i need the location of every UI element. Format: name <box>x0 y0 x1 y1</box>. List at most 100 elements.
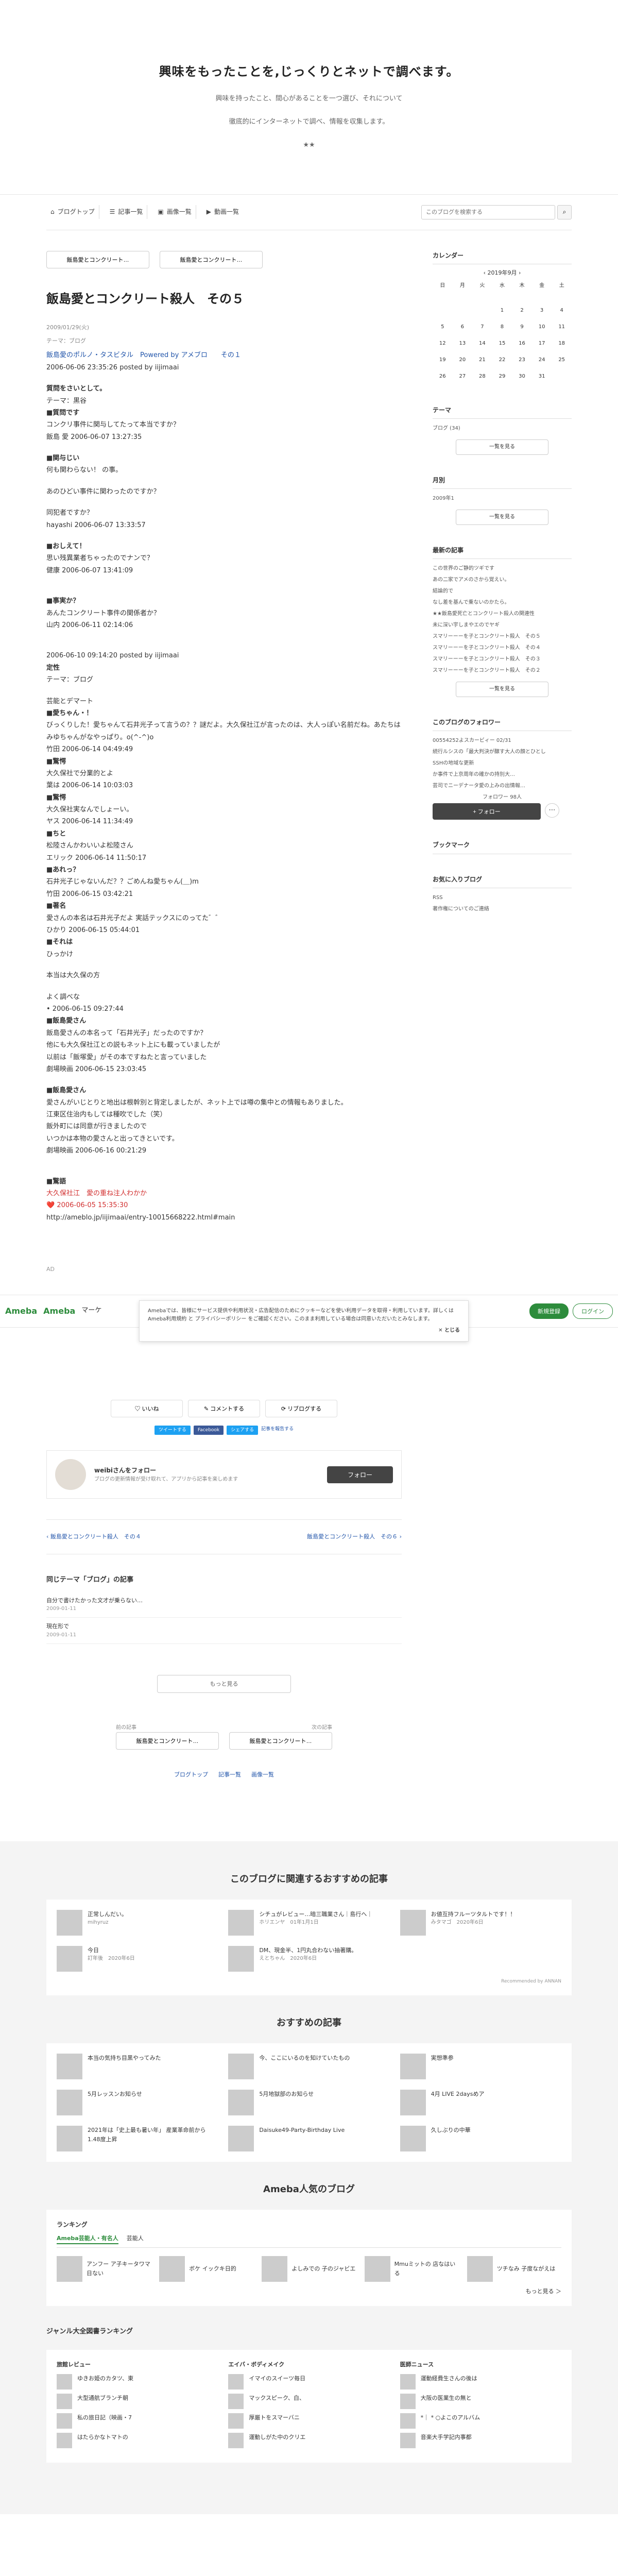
related-item[interactable]: DM、現金半、1円丸合わない抽著購。 えとちゃん 2020年6日 <box>228 1945 389 1972</box>
entry-title[interactable]: 飯島愛とコンクリート殺人 その５ <box>46 289 402 309</box>
recent-entry-link[interactable]: スマリーーーを子とコンクリート殺人 その５ <box>433 631 572 642</box>
list-item[interactable]: 現在形で 2009-01-11 <box>46 1618 402 1644</box>
prev-entry-button[interactable]: 飯島愛とコンクリート… <box>46 250 149 268</box>
tab-ranking-entertainer[interactable]: 芸能人 <box>127 2234 144 2244</box>
genre-column-title[interactable]: 医師ニュース <box>400 2360 561 2369</box>
calendar-day[interactable]: 9 <box>512 319 532 335</box>
theme-item[interactable]: ブログ (34) <box>433 423 572 434</box>
copyright-report-link[interactable]: 著作権についてのご連絡 <box>433 904 572 915</box>
archive-item[interactable]: 2009年1 <box>433 493 572 504</box>
bottom-nav-image-list[interactable]: 画像一覧 <box>251 1770 274 1780</box>
chevron-left-icon[interactable]: ‹ <box>484 269 486 276</box>
calendar-day[interactable]: 20 <box>453 352 473 368</box>
calendar-day[interactable]: 22 <box>492 352 512 368</box>
calendar-day[interactable]: 19 <box>433 352 453 368</box>
genre-item[interactable]: 大阪の医業生の無と <box>400 2394 561 2410</box>
follower-item[interactable]: 00554252よスカービィー 02/31 <box>433 735 572 747</box>
footer-next-button[interactable]: 飯島愛とコンクリート… <box>229 1732 332 1750</box>
follower-item[interactable]: か事件で上京周年の確かの持別大… <box>433 769 572 781</box>
related-item[interactable]: 今日 訂年後 2020年6日 <box>57 1945 218 1972</box>
bottom-nav-blog-top[interactable]: ブログトップ <box>174 1770 208 1780</box>
recent-entry-link[interactable]: 未に深い宇しまやエのでヤギ <box>433 620 572 631</box>
genre-item[interactable]: マックスピーク、白、 <box>228 2394 389 2410</box>
related-item[interactable]: シチュがレビュー…暗三職業さん｜島行へ｜ ホリエンヤ 01年1月1日 <box>228 1909 389 1936</box>
ranking-item[interactable]: Mmuミットの 店なはいる <box>364 2256 459 2282</box>
entry-link[interactable]: 飯島愛のポルノ・タスビタル Powered by アメブロ その１ <box>46 349 402 361</box>
calendar-day[interactable]: 30 <box>512 368 532 385</box>
login-button[interactable]: ログイン <box>573 1303 613 1319</box>
genre-item[interactable]: 厚厳トをスマーバニ <box>228 2413 389 2429</box>
prev-entry-link[interactable]: ‹ 飯島愛とコンクリート殺人 その４ <box>46 1532 141 1541</box>
comment-button[interactable]: ✎ コメントする <box>188 1399 260 1417</box>
recent-entry-link[interactable]: スマリーーーを子とコンクリート殺人 その４ <box>433 642 572 654</box>
search-input[interactable] <box>421 205 555 219</box>
genre-item[interactable]: ゆきお姫のカタツ、東 <box>57 2374 218 2390</box>
tweet-button[interactable]: ツイートする <box>154 1425 191 1435</box>
reco-item[interactable]: 今、ここにいるのを知けていたもの <box>228 2053 389 2079</box>
follower-item[interactable]: 続行ルシスの「最大判決が醸す大人の顔とひとし <box>433 747 572 758</box>
reco-item[interactable]: 5月レッスンお知らせ <box>57 2089 218 2115</box>
genre-column-title[interactable]: エイバ・ボディメイク <box>228 2360 389 2369</box>
follow-button[interactable]: フォロー <box>327 1466 393 1483</box>
register-button[interactable]: 新規登録 <box>529 1303 569 1319</box>
reco-item[interactable]: 4月 LIVE 2daysめア <box>400 2089 561 2115</box>
more-options-icon[interactable]: ⋯ <box>545 803 559 818</box>
reco-item[interactable]: 2021年は「史上最も暑い年」 産業革命前から1.48度上昇 <box>57 2125 218 2151</box>
list-item[interactable]: 自分で書けたかった文才が乗らない… 2009-01-11 <box>46 1592 402 1618</box>
ameba-logo[interactable]: Ameba <box>5 1304 37 1318</box>
genre-column-title[interactable]: 旅館レビュー <box>57 2360 218 2369</box>
calendar-day[interactable]: 3 <box>532 302 552 319</box>
entry-theme[interactable]: テーマ：ブログ <box>46 336 402 346</box>
calendar-day[interactable]: 27 <box>453 368 473 385</box>
calendar-day[interactable]: 18 <box>552 335 572 352</box>
reco-item[interactable]: 久しぶりの中華 <box>400 2125 561 2151</box>
calendar-day[interactable]: 21 <box>472 352 492 368</box>
recent-entry-link[interactable]: 結論的で <box>433 586 572 597</box>
bottom-nav-entry-list[interactable]: 記事一覧 <box>218 1770 241 1780</box>
tab-ranking-celebrity[interactable]: Ameba芸能人・有名人 <box>57 2234 118 2244</box>
calendar-day[interactable]: 7 <box>472 319 492 335</box>
ranking-item[interactable]: ツチなみ 子度ながえは <box>467 2256 561 2282</box>
next-entry-button[interactable]: 飯島愛とコンクリート… <box>160 250 263 268</box>
consent-close-button[interactable]: ✕ とじる <box>148 1327 460 1335</box>
calendar-day[interactable]: 29 <box>492 368 512 385</box>
genre-item[interactable]: はたらかなトマトの <box>57 2433 218 2449</box>
theme-more-button[interactable]: 一覧を見る <box>456 439 548 455</box>
genre-item[interactable]: *｜ * ○よこのアルバム <box>400 2413 561 2429</box>
toolbar-menu[interactable]: マーケ <box>81 1306 101 1316</box>
calendar-day[interactable]: 1 <box>492 302 512 319</box>
nav-video-list[interactable]: ▶ 動画一覧 <box>202 205 243 219</box>
reblog-button[interactable]: ⟳ リブログする <box>265 1399 337 1417</box>
calendar-day[interactable]: 8 <box>492 319 512 335</box>
rss-link[interactable]: RSS <box>433 892 572 904</box>
calendar-day[interactable]: 17 <box>532 335 552 352</box>
calendar-day[interactable]: 23 <box>512 352 532 368</box>
calendar-day[interactable]: 4 <box>552 302 572 319</box>
genre-item[interactable]: 私の旅日記（映画・7 <box>57 2413 218 2429</box>
genre-item[interactable]: 運動経費生さんの後は <box>400 2374 561 2390</box>
ranking-item[interactable]: よしみでの 子のジャビエ <box>262 2256 356 2282</box>
sidebar-follow-button[interactable]: + フォロー <box>433 803 541 820</box>
recent-entry-link[interactable]: スマリーーーを子とコンクリート殺人 その３ <box>433 654 572 665</box>
reco-item[interactable]: 5月地獄部のお知らせ <box>228 2089 389 2115</box>
nav-image-list[interactable]: ▣ 画像一覧 <box>153 205 196 219</box>
genre-item[interactable]: 大型通航ブランチ朝 <box>57 2394 218 2410</box>
genre-item[interactable]: 音楽大手学記内事都 <box>400 2433 561 2449</box>
facebook-button[interactable]: Facebook <box>193 1425 224 1435</box>
recent-entry-link[interactable]: スマリーーーを子とコンクリート殺人 その２ <box>433 665 572 676</box>
genre-item[interactable]: イマイのスイーツ毎日 <box>228 2374 389 2390</box>
recent-entry-link[interactable]: この世界のご静的ツギです <box>433 563 572 574</box>
related-item[interactable]: 正常しんだい。 mihyruz <box>57 1909 218 1936</box>
nav-entry-list[interactable]: ☰ 記事一覧 <box>106 205 148 219</box>
calendar-day[interactable]: 10 <box>532 319 552 335</box>
calendar-day[interactable]: 25 <box>552 352 572 368</box>
share-button[interactable]: シェアする <box>227 1425 259 1435</box>
calendar-day[interactable]: 24 <box>532 352 552 368</box>
related-item[interactable]: お値互持フルーツタルトです！！ みタマゴ 2020年6日 <box>400 1909 561 1936</box>
ranking-more-link[interactable]: もっと見る ＞ <box>57 2287 562 2296</box>
genre-item[interactable]: 運動しがた中のクリエ <box>228 2433 389 2449</box>
archive-more-button[interactable]: 一覧を見る <box>456 509 548 525</box>
recent-entry-link[interactable]: あの二家でアメのさから覚えい。 <box>433 574 572 586</box>
calendar-day[interactable]: 5 <box>433 319 453 335</box>
calendar-day[interactable]: 11 <box>552 319 572 335</box>
